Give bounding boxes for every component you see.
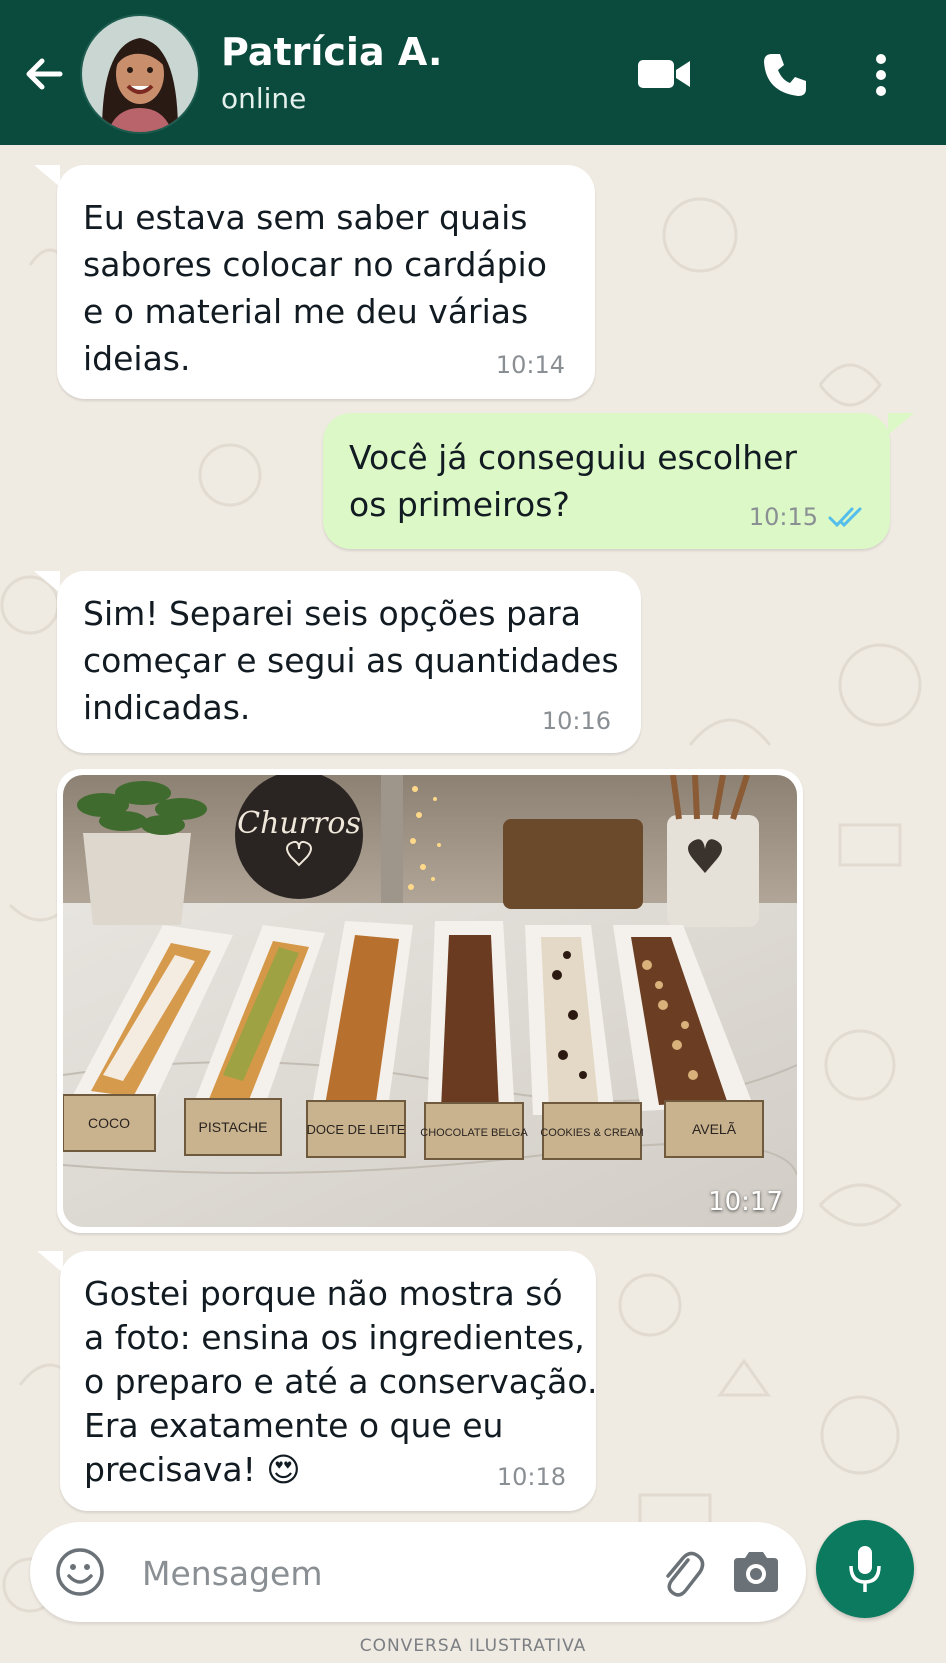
message-text-line: indicadas. — [83, 688, 251, 727]
bubble-tail — [34, 165, 60, 187]
message-text-line: começar e segui as quantidades — [83, 641, 619, 680]
emoji-icon[interactable] — [54, 1546, 106, 1598]
message-text-line: precisava! 😍 — [84, 1450, 301, 1489]
message-time: 10:14 — [495, 351, 565, 379]
message-time: 10:18 — [496, 1463, 566, 1491]
bubble-tail — [888, 413, 914, 435]
message-text-line: Eu estava sem saber quais — [83, 198, 528, 237]
message-time: 10:17 — [708, 1187, 783, 1217]
message-text-line: a foto: ensina os ingredientes, — [84, 1318, 585, 1357]
message-input[interactable] — [140, 1544, 584, 1602]
footer-note: CONVERSA ILUSTRATIVA — [359, 1636, 587, 1656]
microphone-icon — [849, 1546, 881, 1592]
image-message[interactable]: Churros COCO PISTACHE DOCE DE LEITE CHOC… — [57, 769, 803, 1233]
paperclip-icon[interactable] — [658, 1544, 706, 1600]
microphone-button[interactable] — [816, 1520, 914, 1618]
message-text-line: Gostei porque não mostra só — [84, 1274, 563, 1313]
message-time: 10:16 — [541, 707, 611, 735]
message-text-line: Você já conseguiu escolher — [349, 438, 797, 477]
photo-label-doce-de-leite: DOCE DE LEITE — [307, 1122, 406, 1137]
double-check-icon — [828, 507, 862, 528]
back-arrow-icon[interactable] — [20, 50, 68, 98]
contact-avatar[interactable] — [80, 14, 200, 134]
message-text-line: e o material me deu várias — [83, 292, 529, 331]
video-call-icon[interactable] — [636, 52, 692, 96]
photo-sign-text: Churros — [237, 806, 361, 841]
churros-photo[interactable]: Churros COCO PISTACHE DOCE DE LEITE CHOC… — [63, 775, 797, 1227]
message-text-line: Sim! Separei seis opções para — [83, 594, 581, 633]
message-incoming[interactable]: Gostei porque não mostra só a foto: ensi… — [60, 1251, 598, 1511]
phone-icon[interactable] — [760, 50, 810, 100]
more-options-icon[interactable] — [866, 50, 896, 100]
photo-label-cookies-cream: COOKIES & CREAM — [540, 1127, 643, 1139]
message-incoming[interactable]: Eu estava sem saber quais sabores coloca… — [57, 165, 595, 399]
bubble-tail — [34, 571, 60, 593]
photo-label-coco: COCO — [88, 1115, 130, 1131]
contact-status: online — [221, 82, 307, 115]
photo-label-avela: AVELÃ — [692, 1121, 737, 1137]
photo-label-pistache: PISTACHE — [199, 1119, 268, 1135]
message-incoming[interactable]: Sim! Separei seis opções para começar e … — [57, 571, 641, 753]
chat-header: Patrícia A. online — [0, 0, 946, 145]
chat-area[interactable]: Eu estava sem saber quais sabores coloca… — [0, 145, 946, 1663]
photo-label-chocolate-belga: CHOCOLATE BELGA — [420, 1127, 528, 1139]
message-text-line: ideias. — [83, 339, 191, 378]
message-text-line: o preparo e até a conservação. — [84, 1362, 598, 1401]
message-composer — [30, 1522, 806, 1622]
contact-name[interactable]: Patrícia A. — [221, 30, 442, 74]
message-text-line: os primeiros? — [349, 485, 570, 524]
message-time: 10:15 — [748, 503, 818, 531]
camera-icon[interactable] — [730, 1548, 782, 1596]
message-text-line: Era exatamente o que eu — [84, 1406, 504, 1445]
message-text-line: sabores colocar no cardápio — [83, 245, 547, 284]
message-outgoing[interactable]: Você já conseguiu escolher os primeiros?… — [323, 413, 890, 549]
bubble-tail — [37, 1251, 63, 1273]
